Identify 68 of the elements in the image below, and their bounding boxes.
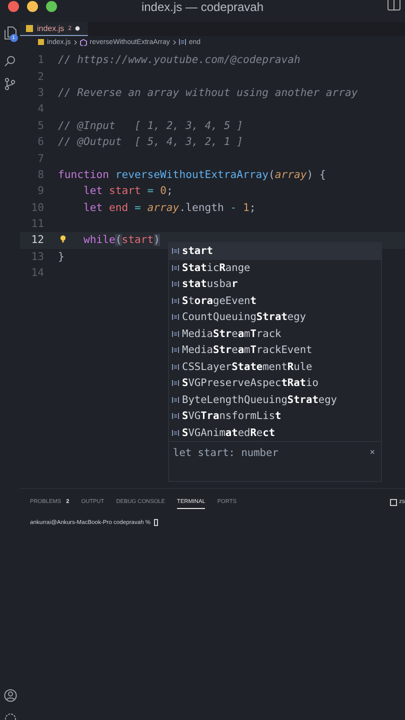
line-number: 3	[36, 86, 45, 99]
terminal-icon	[390, 498, 397, 506]
suggestion-item[interactable]: MediaStreamTrackEvent	[169, 342, 381, 358]
variable-icon	[172, 248, 179, 254]
variable-icon	[172, 364, 179, 370]
line-number: 1	[36, 54, 45, 66]
line-number: 7	[36, 152, 45, 165]
code-line: // @Input [ 1, 2, 3, 4, 5 ]	[58, 120, 243, 132]
suggestion-item[interactable]: SVGAnimatedRect	[169, 424, 381, 441]
account-icon[interactable]	[4, 689, 16, 702]
suggestion-item[interactable]: ByteLengthQueuingStrategy	[169, 392, 381, 408]
variable-icon	[172, 347, 179, 354]
suggestion-item[interactable]: statusbar	[169, 276, 381, 292]
line-number: 6	[36, 136, 45, 148]
line-number: 2	[36, 70, 45, 83]
terminal-cursor	[154, 519, 158, 526]
line-number: 4	[36, 103, 45, 116]
variable-icon	[172, 413, 179, 420]
suggestion-item[interactable]: CountQueuingStrategy	[169, 309, 381, 326]
variable-icon	[172, 281, 179, 288]
code-line: let end = array.length - 1;	[84, 202, 256, 214]
variable-icon	[172, 396, 179, 403]
panel-layout-icon[interactable]	[387, 0, 401, 11]
suggestion-item[interactable]: start	[169, 243, 381, 260]
variable-icon	[172, 264, 179, 271]
window-title: index.js — codepravah	[141, 0, 264, 14]
suggestion-item[interactable]: SVGPreserveAspectRatio	[169, 375, 381, 392]
code-line: function reverseWithoutExtraArray(array) {	[58, 168, 326, 181]
chevron-icon	[172, 40, 176, 44]
line-number: 5	[36, 120, 45, 132]
code-line: // @Output [ 5, 4, 3, 2, 1 ]	[58, 136, 243, 148]
close-details-button[interactable]: ×	[370, 447, 375, 457]
code-line: }	[58, 250, 64, 263]
line-number: 8	[36, 168, 45, 181]
suggestion-item[interactable]: SVGTransformList	[169, 408, 381, 424]
line-number: 11	[30, 218, 45, 230]
code-line: // https://www.youtube.com/@codepravah	[58, 54, 300, 66]
suggestion-detail: let start: number	[173, 447, 278, 459]
line-number: 13	[30, 250, 45, 263]
close-window-button[interactable]	[8, 0, 19, 12]
code-line: let start = 0;	[84, 185, 173, 198]
chevron-icon	[74, 40, 77, 44]
variable-icon	[172, 330, 179, 337]
source-control-icon[interactable]	[4, 77, 16, 91]
line-number: 9	[36, 185, 45, 198]
javascript-file-icon	[38, 39, 44, 45]
variable-icon	[172, 298, 179, 304]
line-number: 14	[30, 267, 45, 280]
variable-icon	[178, 39, 186, 45]
line-number: 10	[30, 202, 45, 214]
minimize-window-button[interactable]	[27, 0, 38, 12]
search-icon[interactable]	[4, 55, 16, 67]
tab-label: index.js	[37, 24, 64, 33]
method-icon	[80, 38, 87, 46]
suggestion-item[interactable]: CSSLayerStatementRule	[169, 358, 381, 375]
code-line: // Reverse an array without using another array	[58, 86, 358, 99]
suggestion-item[interactable]: StaticRange	[169, 260, 381, 276]
variable-icon	[172, 430, 179, 436]
suggestion-item[interactable]: MediaStreamTrack	[169, 326, 381, 342]
maximize-window-button[interactable]	[46, 0, 57, 12]
variable-icon	[172, 380, 179, 386]
settings-icon[interactable]	[4, 712, 16, 720]
suggestion-item[interactable]: StorageEvent	[169, 292, 381, 309]
code-line: while(start)	[84, 234, 160, 246]
lightbulb-icon[interactable]	[60, 235, 66, 244]
variable-icon	[172, 314, 179, 320]
line-number: 12	[30, 234, 45, 246]
files-icon[interactable]	[4, 26, 16, 40]
